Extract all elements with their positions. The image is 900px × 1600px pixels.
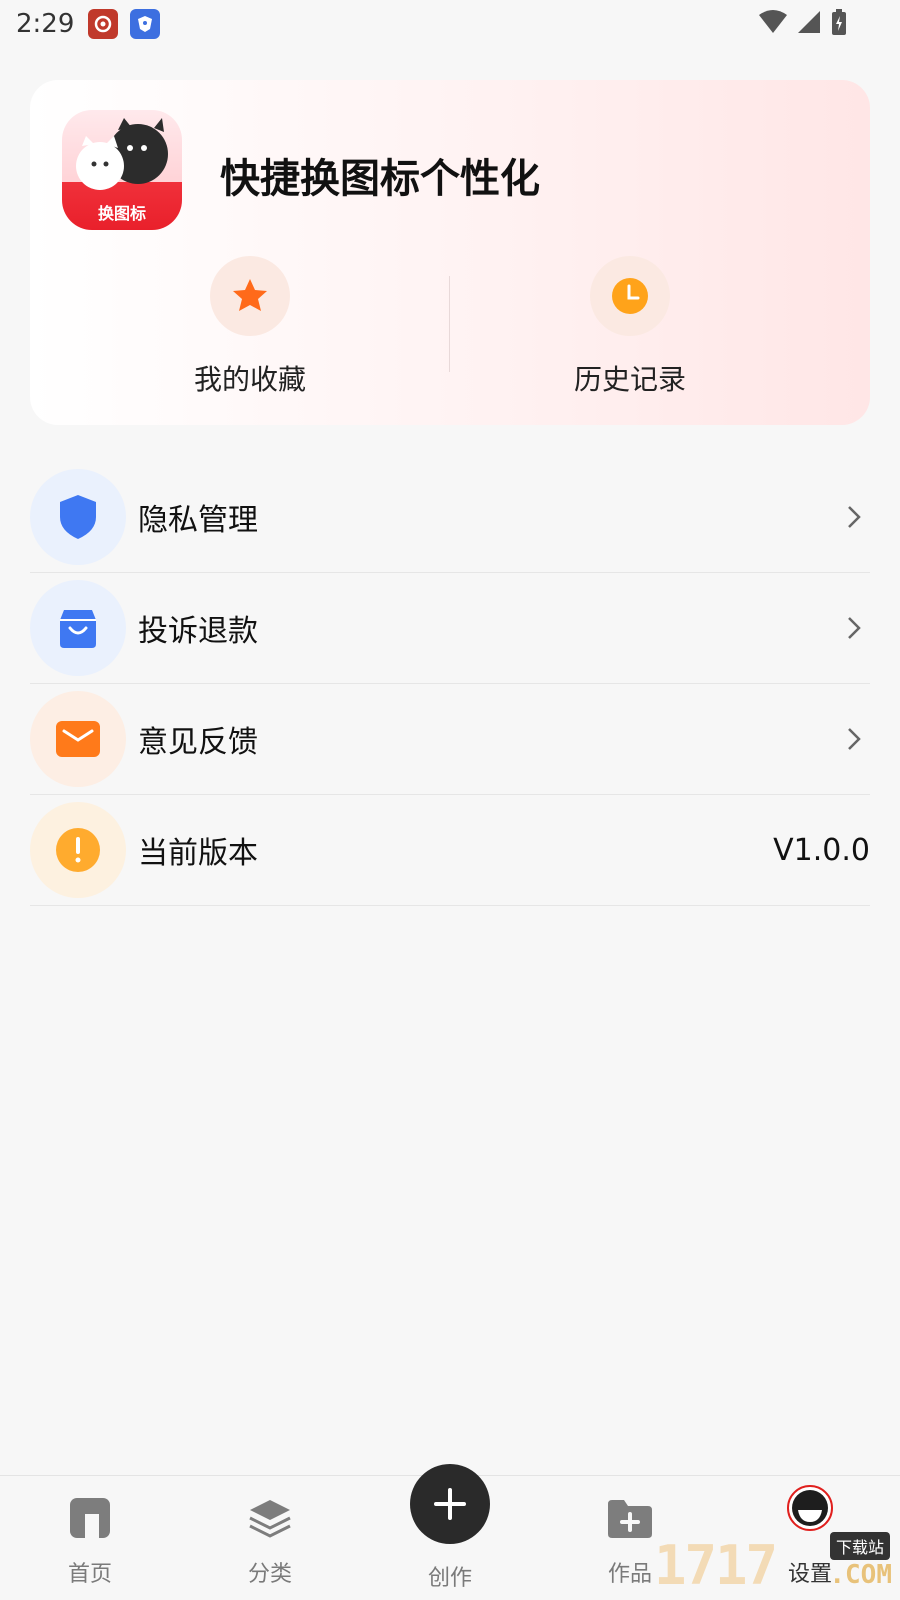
settings-item-complaint-refund[interactable]: 投诉退款 — [30, 573, 870, 684]
history-button[interactable]: 历史记录 — [530, 256, 730, 398]
watermark-suffix: .COM — [829, 1560, 892, 1590]
plus-icon[interactable] — [410, 1464, 490, 1544]
chevron-right-icon — [848, 728, 861, 750]
folder-plus-icon — [606, 1496, 654, 1540]
favorites-button[interactable]: 我的收藏 — [150, 256, 350, 398]
watermark-logo: 1717 下载站 .COM — [654, 1530, 894, 1597]
version-value: V1.0.0 — [773, 832, 870, 868]
shopping-bag-icon — [30, 580, 126, 676]
status-time: 2:29 — [16, 9, 75, 39]
settings-item-version: 当前版本 V1.0.0 — [30, 795, 870, 906]
nav-label: 创作 — [427, 1566, 472, 1591]
envelope-icon — [30, 691, 126, 787]
chevron-right-icon — [848, 617, 861, 639]
star-icon — [210, 256, 290, 336]
app-notification-icon — [88, 9, 119, 39]
profile-card: 换图标 快捷换图标个性化 我的收藏 历史记录 — [30, 80, 870, 425]
watermark-tag: 下载站 — [829, 1532, 890, 1560]
app-title: 快捷换图标个性化 — [220, 156, 540, 202]
settings-item-label: 意见反馈 — [138, 725, 258, 760]
settings-item-label: 当前版本 — [138, 836, 258, 871]
layers-icon — [248, 1496, 292, 1540]
settings-item-label: 隐私管理 — [138, 503, 258, 538]
settings-item-privacy[interactable]: 隐私管理 — [30, 462, 870, 573]
history-label: 历史记录 — [573, 363, 686, 396]
nav-label: 分类 — [247, 1562, 292, 1587]
app-logo-text: 换图标 — [97, 204, 146, 223]
shield-icon — [30, 469, 126, 565]
exclamation-icon — [30, 802, 126, 898]
battery-icon — [832, 9, 846, 35]
home-icon — [68, 1496, 112, 1540]
wifi-icon — [759, 10, 787, 33]
app-logo: 换图标 — [62, 110, 182, 230]
watermark-number: 1717 — [654, 1534, 778, 1597]
settings-list: 隐私管理 投诉退款 意见反馈 当前版本 V1.0.0 — [30, 462, 870, 906]
settings-item-label: 投诉退款 — [138, 614, 258, 649]
settings-item-feedback[interactable]: 意见反馈 — [30, 684, 870, 795]
quick-actions-divider — [449, 276, 450, 372]
status-bar: 2:29 — [0, 0, 900, 48]
bird-notification-icon — [130, 9, 161, 39]
signal-icon — [798, 11, 820, 33]
favorites-label: 我的收藏 — [193, 363, 306, 396]
nav-label: 首页 — [67, 1562, 112, 1587]
clock-icon — [590, 256, 670, 336]
chevron-right-icon — [848, 506, 861, 528]
settings-avatar-icon — [786, 1484, 834, 1532]
status-indicators — [758, 8, 848, 36]
